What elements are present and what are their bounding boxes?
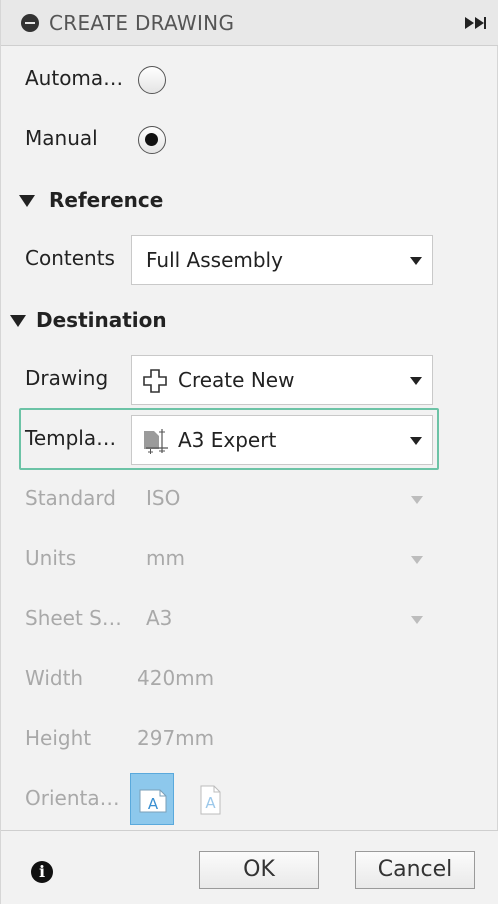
drawing-row: Drawing Create New (1, 350, 498, 410)
units-label: Units (25, 546, 77, 570)
chevron-down-icon (410, 377, 422, 385)
collapse-triangle-icon (10, 315, 26, 327)
width-value: 420mm (137, 666, 215, 690)
cancel-button[interactable]: Cancel (355, 851, 475, 889)
manual-radio[interactable] (138, 126, 166, 154)
drawing-select[interactable]: Create New (131, 355, 433, 405)
sheet-size-label: Sheet S… (25, 606, 122, 630)
drawing-template-icon (144, 429, 168, 454)
reference-section-header[interactable]: Reference (1, 182, 498, 222)
sheet-size-row: Sheet S… A3 (1, 590, 498, 650)
dialog-footer: i OK Cancel (1, 830, 498, 904)
template-select[interactable]: A3 Expert (131, 415, 433, 465)
template-label: Templa… (25, 426, 117, 450)
height-row: Height 297mm (1, 710, 498, 770)
contents-select-value: Full Assembly (146, 248, 283, 272)
standard-value: ISO (146, 486, 181, 510)
standard-row: Standard ISO (1, 470, 498, 530)
portrait-orientation-button[interactable]: A (188, 773, 232, 825)
dialog-title: CREATE DRAWING (49, 11, 235, 35)
svg-text:A: A (205, 794, 216, 812)
reference-section-label: Reference (49, 188, 164, 212)
orientation-label: Orienta… (25, 786, 120, 810)
info-glyph: i (38, 862, 46, 881)
contents-select[interactable]: Full Assembly (131, 235, 433, 285)
width-row: Width 420mm (1, 650, 498, 710)
sheet-size-value: A3 (146, 606, 173, 630)
manual-label: Manual (25, 126, 98, 150)
create-new-plus-icon (143, 369, 167, 393)
automatic-label: Automa… (25, 66, 124, 90)
template-row: Templa… A3 Expert (1, 410, 498, 470)
chevron-down-icon (411, 496, 423, 504)
info-icon[interactable]: i (31, 861, 53, 883)
height-value: 297mm (137, 726, 215, 750)
collapse-minus-icon[interactable] (21, 14, 39, 32)
portrait-page-icon: A (200, 785, 221, 815)
create-drawing-dialog: CREATE DRAWING Automa… Manual Reference … (0, 0, 498, 904)
destination-section-label: Destination (36, 308, 167, 332)
width-label: Width (25, 666, 84, 690)
collapse-triangle-icon (19, 195, 35, 207)
drawing-select-value: Create New (178, 368, 295, 392)
expand-arrows-icon[interactable] (465, 16, 487, 30)
destination-section-header[interactable]: Destination (1, 302, 498, 342)
units-row: Units mm (1, 530, 498, 590)
automatic-radio[interactable] (138, 66, 166, 94)
drawing-label: Drawing (25, 366, 109, 390)
height-label: Height (25, 726, 92, 750)
landscape-orientation-button[interactable]: A (130, 773, 174, 825)
ok-button[interactable]: OK (199, 851, 319, 889)
chevron-down-icon (411, 616, 423, 624)
chevron-down-icon (410, 257, 422, 265)
standard-label: Standard (25, 486, 116, 510)
chevron-down-icon (410, 437, 422, 445)
manual-row: Manual (1, 110, 498, 170)
chevron-down-icon (411, 556, 423, 564)
units-value: mm (146, 546, 185, 570)
landscape-page-icon: A (139, 789, 167, 813)
dialog-titlebar: CREATE DRAWING (1, 0, 498, 46)
automatic-row: Automa… (1, 50, 498, 110)
orientation-row: Orienta… A A (1, 770, 498, 830)
svg-text:A: A (148, 795, 159, 813)
contents-row: Contents Full Assembly (1, 230, 498, 290)
template-select-value: A3 Expert (178, 428, 277, 452)
contents-label: Contents (25, 246, 115, 270)
